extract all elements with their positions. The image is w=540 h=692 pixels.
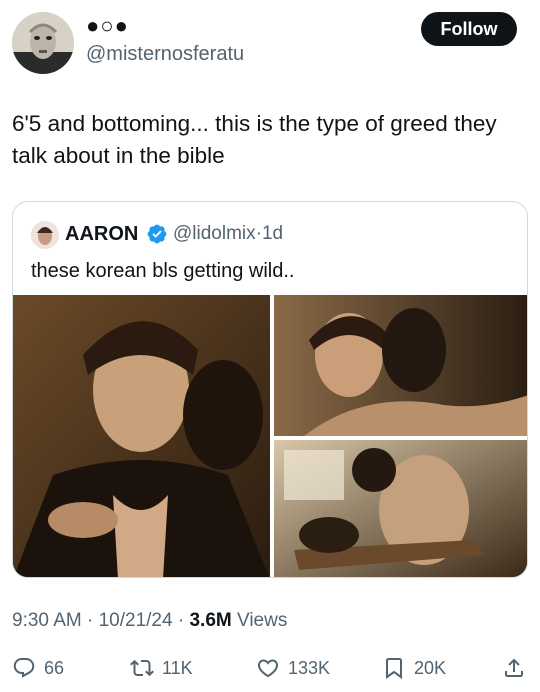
verified-badge-icon <box>147 224 167 244</box>
tweet-date[interactable]: 10/21/24 <box>99 610 173 631</box>
quoted-author-name[interactable]: AARON <box>65 220 138 248</box>
author-handle[interactable]: @misternosferatu <box>86 42 244 66</box>
bookmark-button[interactable]: 20K <box>382 650 446 686</box>
views-label: Views <box>237 610 288 631</box>
author-avatar[interactable] <box>12 12 74 74</box>
action-bar: 66 11K 133K 20K <box>12 650 528 686</box>
retweet-count: 11K <box>162 657 193 678</box>
quoted-author-handle[interactable]: @lidolmix·1d <box>173 220 283 248</box>
like-count: 133K <box>288 657 331 678</box>
quoted-tweet-text: these korean bls getting wild.. <box>31 260 295 282</box>
reply-count: 66 <box>44 657 65 678</box>
meta-separator-1: · <box>81 610 99 631</box>
share-button[interactable] <box>502 650 526 686</box>
media-image-2[interactable] <box>274 295 527 436</box>
tweet-time[interactable]: 9:30 AM <box>12 610 82 631</box>
bookmark-count: 20K <box>414 657 447 678</box>
quoted-age[interactable]: 1d <box>262 223 283 244</box>
quoted-handle-text[interactable]: @lidolmix <box>173 223 256 244</box>
tweet-metadata: 9:30 AM · 10/21/24 · 3.6M Views <box>12 608 287 634</box>
media-image-1[interactable] <box>13 295 270 577</box>
like-button[interactable]: 133K <box>256 650 330 686</box>
tweet-text: 6'5 and bottoming... this is the type of… <box>12 111 497 168</box>
retweet-icon <box>130 659 154 677</box>
views-count: 3.6M <box>189 610 232 631</box>
meta-separator-2: · <box>172 610 190 631</box>
quoted-author-avatar[interactable] <box>31 221 59 249</box>
media-image-3[interactable] <box>274 440 527 577</box>
reply-icon <box>13 658 35 678</box>
heart-icon <box>257 659 279 678</box>
quoted-tweet-card[interactable]: AARON @lidolmix·1d these korean bls gett… <box>12 201 528 578</box>
bookmark-icon <box>386 658 402 679</box>
share-icon <box>505 658 523 677</box>
retweet-button[interactable]: 11K <box>130 650 193 686</box>
author-display-name[interactable]: ●○● <box>86 12 129 40</box>
follow-button[interactable]: Follow <box>421 12 517 46</box>
reply-button[interactable]: 66 <box>12 650 64 686</box>
